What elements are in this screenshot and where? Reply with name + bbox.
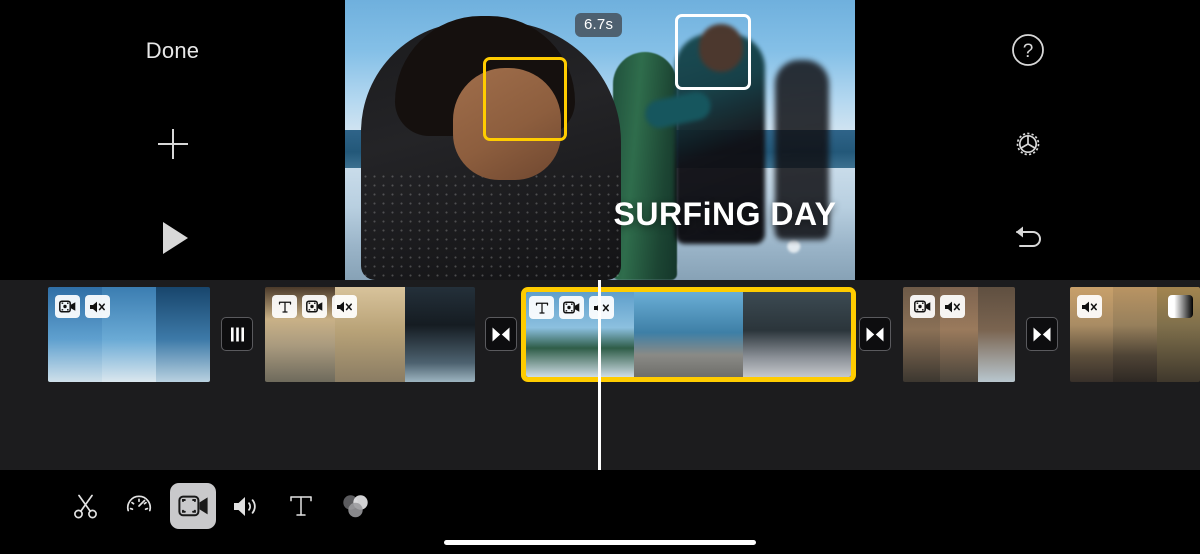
done-button[interactable]: Done bbox=[0, 38, 345, 64]
cross-dissolve-icon bbox=[492, 327, 510, 341]
focus-box-active[interactable] bbox=[483, 57, 567, 141]
volume-icon bbox=[234, 496, 256, 516]
bottom-toolbar: CINEMATIC ƒ3.5 Reset bbox=[0, 470, 1200, 554]
clip-badges bbox=[529, 296, 614, 319]
mute-icon[interactable] bbox=[332, 295, 357, 318]
timeline-clip-3-selected[interactable] bbox=[521, 287, 856, 382]
clip-badges bbox=[272, 295, 357, 318]
clip-badges bbox=[910, 295, 965, 318]
scissors-icon bbox=[73, 494, 97, 518]
cinematic-icon[interactable] bbox=[302, 295, 327, 318]
mute-icon[interactable] bbox=[940, 295, 965, 318]
tool-volume-button[interactable] bbox=[224, 483, 270, 529]
focus-box-inactive[interactable] bbox=[675, 14, 751, 90]
home-indicator bbox=[444, 540, 756, 545]
cinematic-icon[interactable] bbox=[55, 295, 80, 318]
plus-icon bbox=[157, 129, 188, 159]
preview-surfboard bbox=[613, 52, 677, 280]
add-media-button[interactable] bbox=[145, 116, 201, 172]
tool-cinematic-button[interactable] bbox=[170, 483, 216, 529]
left-control-column: Done bbox=[0, 0, 345, 280]
transition-3[interactable] bbox=[859, 317, 891, 351]
slide-transition-icon bbox=[230, 327, 244, 341]
help-button[interactable]: ? bbox=[1000, 22, 1056, 78]
title-icon[interactable] bbox=[272, 295, 297, 318]
cross-dissolve-icon bbox=[866, 327, 884, 341]
transition-1[interactable] bbox=[221, 317, 253, 351]
cross-dissolve-icon bbox=[1033, 327, 1051, 341]
clip-badges bbox=[55, 295, 110, 318]
video-preview[interactable]: 6.7s SURFiNG DAY bbox=[345, 0, 855, 280]
speedometer-icon bbox=[126, 495, 152, 512]
mute-icon[interactable] bbox=[85, 295, 110, 318]
title-overlay-text: SURFiNG DAY bbox=[613, 196, 837, 232]
play-button[interactable] bbox=[145, 210, 201, 266]
tool-speed-button[interactable] bbox=[116, 483, 162, 529]
transition-2[interactable] bbox=[485, 317, 517, 351]
imovie-cinematic-screen: Done 6.7s SURFiNG DAY ? bbox=[0, 0, 1200, 554]
filters-icon bbox=[342, 495, 368, 518]
fade-out-icon[interactable] bbox=[1168, 295, 1193, 318]
title-icon[interactable] bbox=[529, 296, 554, 319]
timeline-clip-4[interactable] bbox=[903, 287, 1015, 382]
timeline-clip-2[interactable] bbox=[265, 287, 475, 382]
settings-button[interactable] bbox=[1000, 116, 1056, 172]
clip-badges bbox=[1077, 295, 1102, 318]
question-mark-circle-icon: ? bbox=[1011, 34, 1044, 66]
svg-text:?: ? bbox=[1022, 41, 1033, 62]
timeline-clip-5[interactable] bbox=[1070, 287, 1200, 382]
text-title-icon bbox=[290, 496, 312, 516]
play-icon bbox=[162, 222, 188, 254]
tool-cut-button[interactable] bbox=[62, 483, 108, 529]
playhead[interactable] bbox=[598, 280, 601, 470]
undo-button[interactable] bbox=[1000, 210, 1056, 266]
timeline-clip-1[interactable] bbox=[48, 287, 210, 382]
right-control-column: ? bbox=[855, 0, 1200, 280]
undo-arrow-icon bbox=[1015, 226, 1041, 247]
gear-icon bbox=[1016, 132, 1039, 156]
cinematic-icon[interactable] bbox=[559, 296, 584, 319]
tool-title-button[interactable] bbox=[278, 483, 324, 529]
preview-region: Done 6.7s SURFiNG DAY ? bbox=[0, 0, 1200, 280]
mute-icon[interactable] bbox=[589, 296, 614, 319]
tool-filters-button[interactable] bbox=[332, 483, 378, 529]
transition-4[interactable] bbox=[1026, 317, 1058, 351]
duration-badge: 6.7s bbox=[575, 13, 623, 37]
mute-icon[interactable] bbox=[1077, 295, 1102, 318]
cinematic-icon[interactable] bbox=[910, 295, 935, 318]
cinematic-camera-icon bbox=[177, 495, 208, 517]
